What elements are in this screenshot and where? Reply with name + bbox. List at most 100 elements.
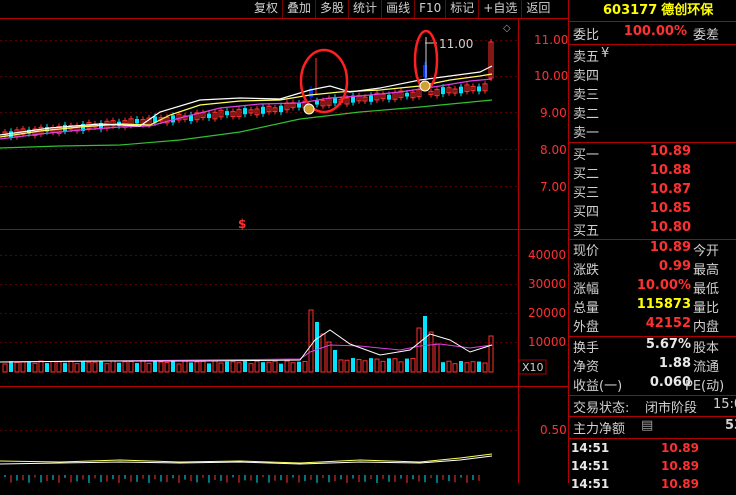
volume-bar <box>225 361 229 372</box>
volume-bar <box>189 362 193 372</box>
buy-row: 买三 10.87 <box>571 182 735 201</box>
buy-label: 买四 <box>573 205 600 220</box>
buy-row: 买一 10.89 <box>571 144 735 163</box>
weicha-label: 委差 <box>693 28 720 43</box>
sell-row: 卖三 <box>571 84 735 103</box>
sell-row: 卖五 ¥ <box>571 46 735 65</box>
draw-line-button[interactable]: 画线 <box>381 0 414 18</box>
volume-bar <box>434 343 440 373</box>
tick-price: 10.89 <box>661 441 699 455</box>
f10-button[interactable]: F10 <box>414 0 445 18</box>
divider <box>569 142 736 143</box>
quote-label-right: 最高 <box>693 263 720 278</box>
candle-body <box>9 131 13 138</box>
quote-row: 涨幅 10.00% 最低 <box>571 278 735 297</box>
volume-bar <box>362 360 368 373</box>
volume-bar <box>308 309 314 373</box>
quote-value: 10.00% <box>636 278 691 293</box>
quote-row: 外盘 42152 内盘 <box>571 316 735 335</box>
quote-row: 净资 1.88 流通 <box>571 356 735 375</box>
indicator-line <box>0 453 493 464</box>
candle-body <box>315 100 319 105</box>
trade-status-time: 15:0 <box>713 397 736 412</box>
buy-price: 10.88 <box>649 163 691 178</box>
candle-body <box>405 92 409 97</box>
candle-body <box>441 87 445 95</box>
tick-price: 10.89 <box>661 459 699 473</box>
quote-label: 净资 <box>573 360 600 375</box>
overlay-button[interactable]: 叠加 <box>282 0 315 18</box>
divider <box>569 416 736 417</box>
sell-row: 卖一 <box>571 122 735 141</box>
list-icon[interactable]: ▤ <box>641 418 653 433</box>
volume-bar <box>212 360 218 373</box>
ma-line <box>0 99 493 149</box>
volume-bar <box>477 361 481 372</box>
buy-label: 买三 <box>573 186 600 201</box>
trade-status-value: 闭市阶段 <box>645 401 698 416</box>
quote-row: 总量 115873 量比 <box>571 297 735 316</box>
kline-chart[interactable]: 11.00 10.00 9.00 8.00 7.00 40000 30000 2… <box>0 0 568 483</box>
volume-bar <box>218 362 224 373</box>
quote-label-right: 量比 <box>693 301 720 316</box>
quote-row: 现价 10.89 今开 <box>571 240 735 259</box>
back-button[interactable]: 返回 <box>521 0 554 18</box>
buy-row: 买五 10.80 <box>571 220 735 239</box>
quote-label-right: 内盘 <box>693 320 720 335</box>
volume-bar <box>104 363 110 373</box>
statistics-button[interactable]: 统计 <box>348 0 381 18</box>
quote-label: 总量 <box>573 301 600 316</box>
quote-label: 涨幅 <box>573 282 600 297</box>
volume-bar <box>9 361 13 372</box>
quote-value: 10.89 <box>649 240 691 255</box>
volume-bar <box>153 361 157 372</box>
volume-bar <box>392 358 398 373</box>
volume-bar <box>374 358 380 373</box>
volume-bar <box>45 363 49 372</box>
volume-unit: X10 <box>522 361 544 374</box>
volume-bar <box>2 363 8 373</box>
sell-row: 卖二 <box>571 103 735 122</box>
buy-row: 买二 10.88 <box>571 163 735 182</box>
volume-bar <box>338 359 344 373</box>
add-watchlist-button[interactable]: +自选 <box>478 0 521 18</box>
price-tick: 8.00 <box>540 143 567 157</box>
weibi-value: 100.00% <box>623 24 687 39</box>
volume-tick: 20000 <box>528 306 566 320</box>
sell-label: 卖一 <box>573 126 600 141</box>
main-force-row[interactable]: 主力净额 ▤ 53 <box>571 418 736 437</box>
volume-bar <box>20 361 26 373</box>
volume-tick: 10000 <box>528 335 566 349</box>
tick-time: 14:51 <box>571 477 610 491</box>
volume-bar <box>351 358 355 372</box>
volume-bar <box>182 360 188 373</box>
volume-bar <box>92 361 98 373</box>
candle-body <box>135 119 139 124</box>
volume-bar <box>230 361 236 373</box>
multi-stock-button[interactable]: 多股 <box>315 0 348 18</box>
sell-label: 卖三 <box>573 88 600 103</box>
volume-bar <box>86 361 92 373</box>
volume-bar <box>302 361 308 373</box>
restore-rights-button[interactable]: 复权 <box>250 0 282 18</box>
volume-bar <box>81 361 85 372</box>
quote-value: 0.99 <box>658 259 691 274</box>
volume-bar <box>56 361 62 373</box>
volume-bar <box>488 335 494 373</box>
volume-bar <box>261 362 265 372</box>
main-force-label: 主力净额 <box>573 422 626 437</box>
tick-row: 14:51 10.89 <box>571 477 736 495</box>
volume-bar <box>146 362 152 373</box>
sell-row: 卖四 <box>571 65 735 84</box>
volume-bar <box>380 360 386 373</box>
volume-bar <box>117 362 121 372</box>
volume-bar <box>410 357 416 373</box>
volume-bars <box>0 309 494 373</box>
divider <box>569 438 736 439</box>
stock-name: 德创环保 <box>661 3 714 18</box>
tick-row: 14:51 10.89 <box>571 441 736 459</box>
weibi-row: 委比 100.00% 委差 <box>571 24 735 43</box>
mark-button[interactable]: 标记 <box>445 0 478 18</box>
volume-bar <box>14 361 20 373</box>
volume-bar <box>164 361 170 373</box>
